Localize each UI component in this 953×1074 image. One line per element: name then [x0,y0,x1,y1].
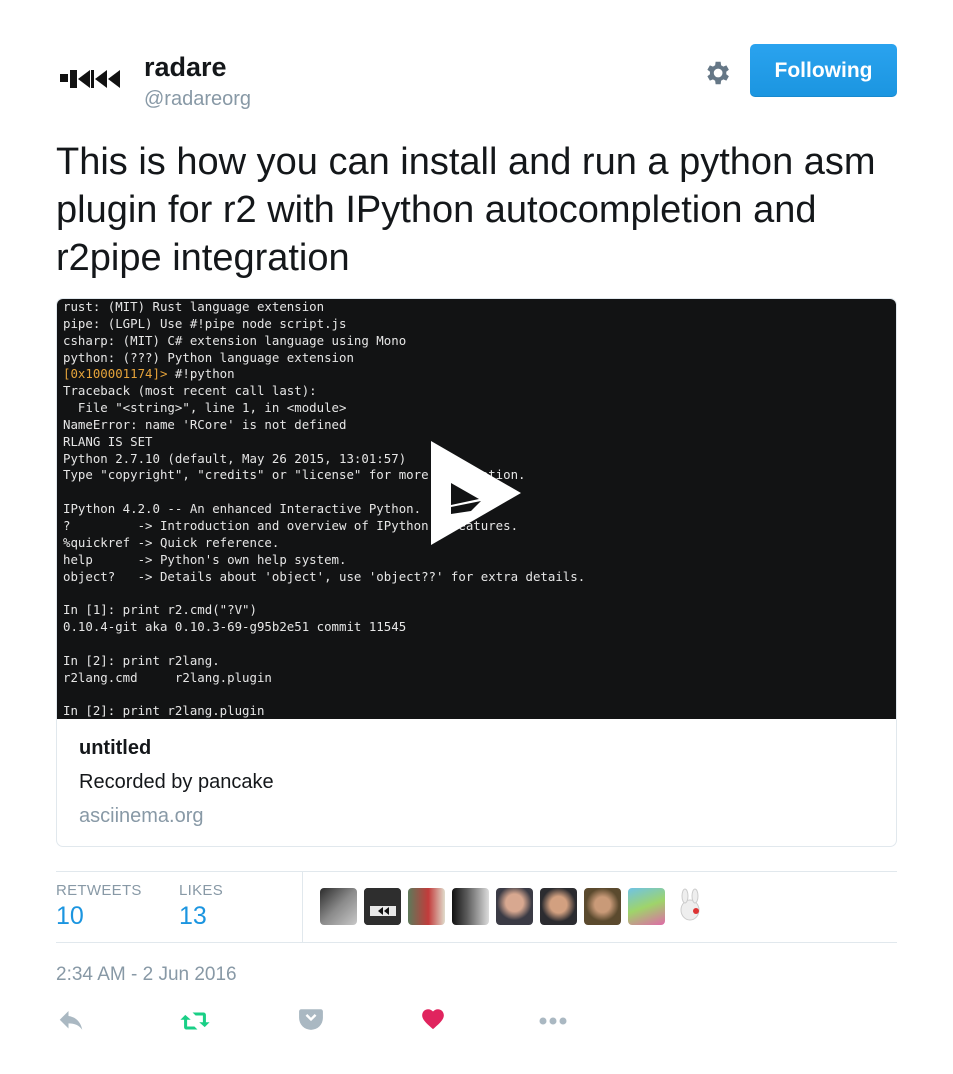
terminal-line-text: Traceback (most recent call last): [63,383,317,399]
following-button[interactable]: Following [750,44,897,97]
more-icon[interactable] [538,1006,572,1040]
card-title[interactable]: untitled [79,737,274,771]
terminal-line-text: python: (???) Python language extension [63,349,354,365]
terminal-line-text: In [2]: print r2lang. [63,652,220,668]
terminal-line-text: rust: (MIT) Rust language extension [63,299,325,314]
terminal-line: r2lang.cmd r2lang.plugin [63,670,585,687]
liker-avatar[interactable] [320,888,357,925]
card-description: Recorded by pancake [79,771,274,793]
terminal-line: help -> Python's own help system. [63,552,585,569]
terminal-line: rust: (MIT) Rust language extension [63,299,585,316]
terminal-line: In [1]: print r2.cmd("?V") [63,602,585,619]
retweets-label: RETWEETS [56,882,142,899]
likes-label: LIKES [179,882,224,899]
retweet-icon[interactable] [178,1006,212,1040]
terminal-line-text: 0.10.4-git aka 0.10.3-69-g95b2e51 commit… [63,619,407,635]
user-handle[interactable]: @radareorg [144,88,251,111]
terminal-line-text [63,484,70,499]
likes-count[interactable]: 13 [179,902,223,931]
terminal-line-text: RLANG IS SET [63,433,153,449]
terminal-line-text [63,636,70,651]
terminal-line-text: pipe: (LGPL) Use #!pipe node script.js [63,315,347,331]
play-icon[interactable] [431,441,523,545]
terminal-line-text: #!python [174,366,235,382]
terminal-line: python: (???) Python language extension [63,350,585,367]
terminal-line [63,686,585,703]
terminal-line-text: csharp: (MIT) C# extension language usin… [63,332,407,348]
terminal-line: csharp: (MIT) C# extension language usin… [63,333,585,350]
terminal-line: pipe: (LGPL) Use #!pipe node script.js [63,316,585,333]
card-details: untitled Recorded by pancake asciinema.o… [79,737,274,828]
terminal-preview[interactable]: rust: (MIT) Rust language extension pipe:… [57,299,896,719]
terminal-line-text: r2lang.cmd r2lang.plugin [63,669,272,685]
tweet-header: radare @radareorg Following [56,44,897,114]
terminal-line: 0.10.4-git aka 0.10.3-69-g95b2e51 commit… [63,619,585,636]
retweets-stat[interactable]: RETWEETS 10 [56,882,142,931]
terminal-line [63,585,585,602]
liker-avatar[interactable] [364,888,401,925]
terminal-line-text: %quickref -> Quick reference. [63,534,280,550]
likes-stat[interactable]: LIKES 13 [179,882,223,931]
liker-avatar[interactable] [496,888,533,925]
terminal-line: File "<string>", line 1, in <module> [63,400,585,417]
media-card[interactable]: rust: (MIT) Rust language extension pipe:… [56,298,897,847]
liker-avatar[interactable] [672,888,709,925]
terminal-line-text: help -> Python's own help system. [63,551,347,567]
terminal-line: In [2]: print r2lang.plugin [63,703,585,719]
terminal-line-text: Python 2.7.10 (default, May 26 2015, 13:… [63,450,407,466]
reply-icon[interactable] [56,1006,90,1040]
terminal-line-text: object? -> Details about 'object', use '… [63,568,586,584]
terminal-line-text: IPython 4.2.0 -- An enhanced Interactive… [63,501,422,517]
liker-avatar[interactable] [452,888,489,925]
liker-avatar[interactable] [628,888,665,925]
terminal-line: [0x100001174]> #!python [63,366,585,383]
pocket-icon[interactable] [298,1006,332,1040]
liker-avatar[interactable] [540,888,577,925]
card-domain[interactable]: asciinema.org [79,805,274,828]
terminal-line-text: In [2]: print r2lang.plugin [63,703,265,719]
retweets-count[interactable]: 10 [56,902,142,931]
terminal-line: Traceback (most recent call last): [63,383,585,400]
tweet-stats: RETWEETS 10 LIKES 13 [56,871,897,943]
terminal-line: In [2]: print r2lang. [63,653,585,670]
heart-icon[interactable] [420,1006,454,1040]
stats-divider [302,872,303,942]
terminal-line: object? -> Details about 'object', use '… [63,569,585,586]
terminal-line-text: File "<string>", line 1, in <module> [63,400,347,416]
liker-avatar[interactable] [584,888,621,925]
terminal-prompt: [0x100001174]> [63,366,175,382]
tweet-text: This is how you can install and run a py… [56,141,876,279]
terminal-line: NameError: name 'RCore' is not defined [63,417,585,434]
tweet-timestamp[interactable]: 2:34 AM - 2 Jun 2016 [56,964,237,986]
tweet-actions [56,1006,616,1040]
terminal-line-text: In [1]: print r2.cmd("?V") [63,602,257,618]
terminal-line [63,636,585,653]
liker-avatar[interactable] [408,888,445,925]
terminal-line-text [63,585,70,600]
gear-icon[interactable] [702,58,732,88]
avatar[interactable] [56,54,126,104]
display-name[interactable]: radare [144,52,227,83]
terminal-line-text [63,686,70,701]
terminal-line-text: NameError: name 'RCore' is not defined [63,416,347,432]
